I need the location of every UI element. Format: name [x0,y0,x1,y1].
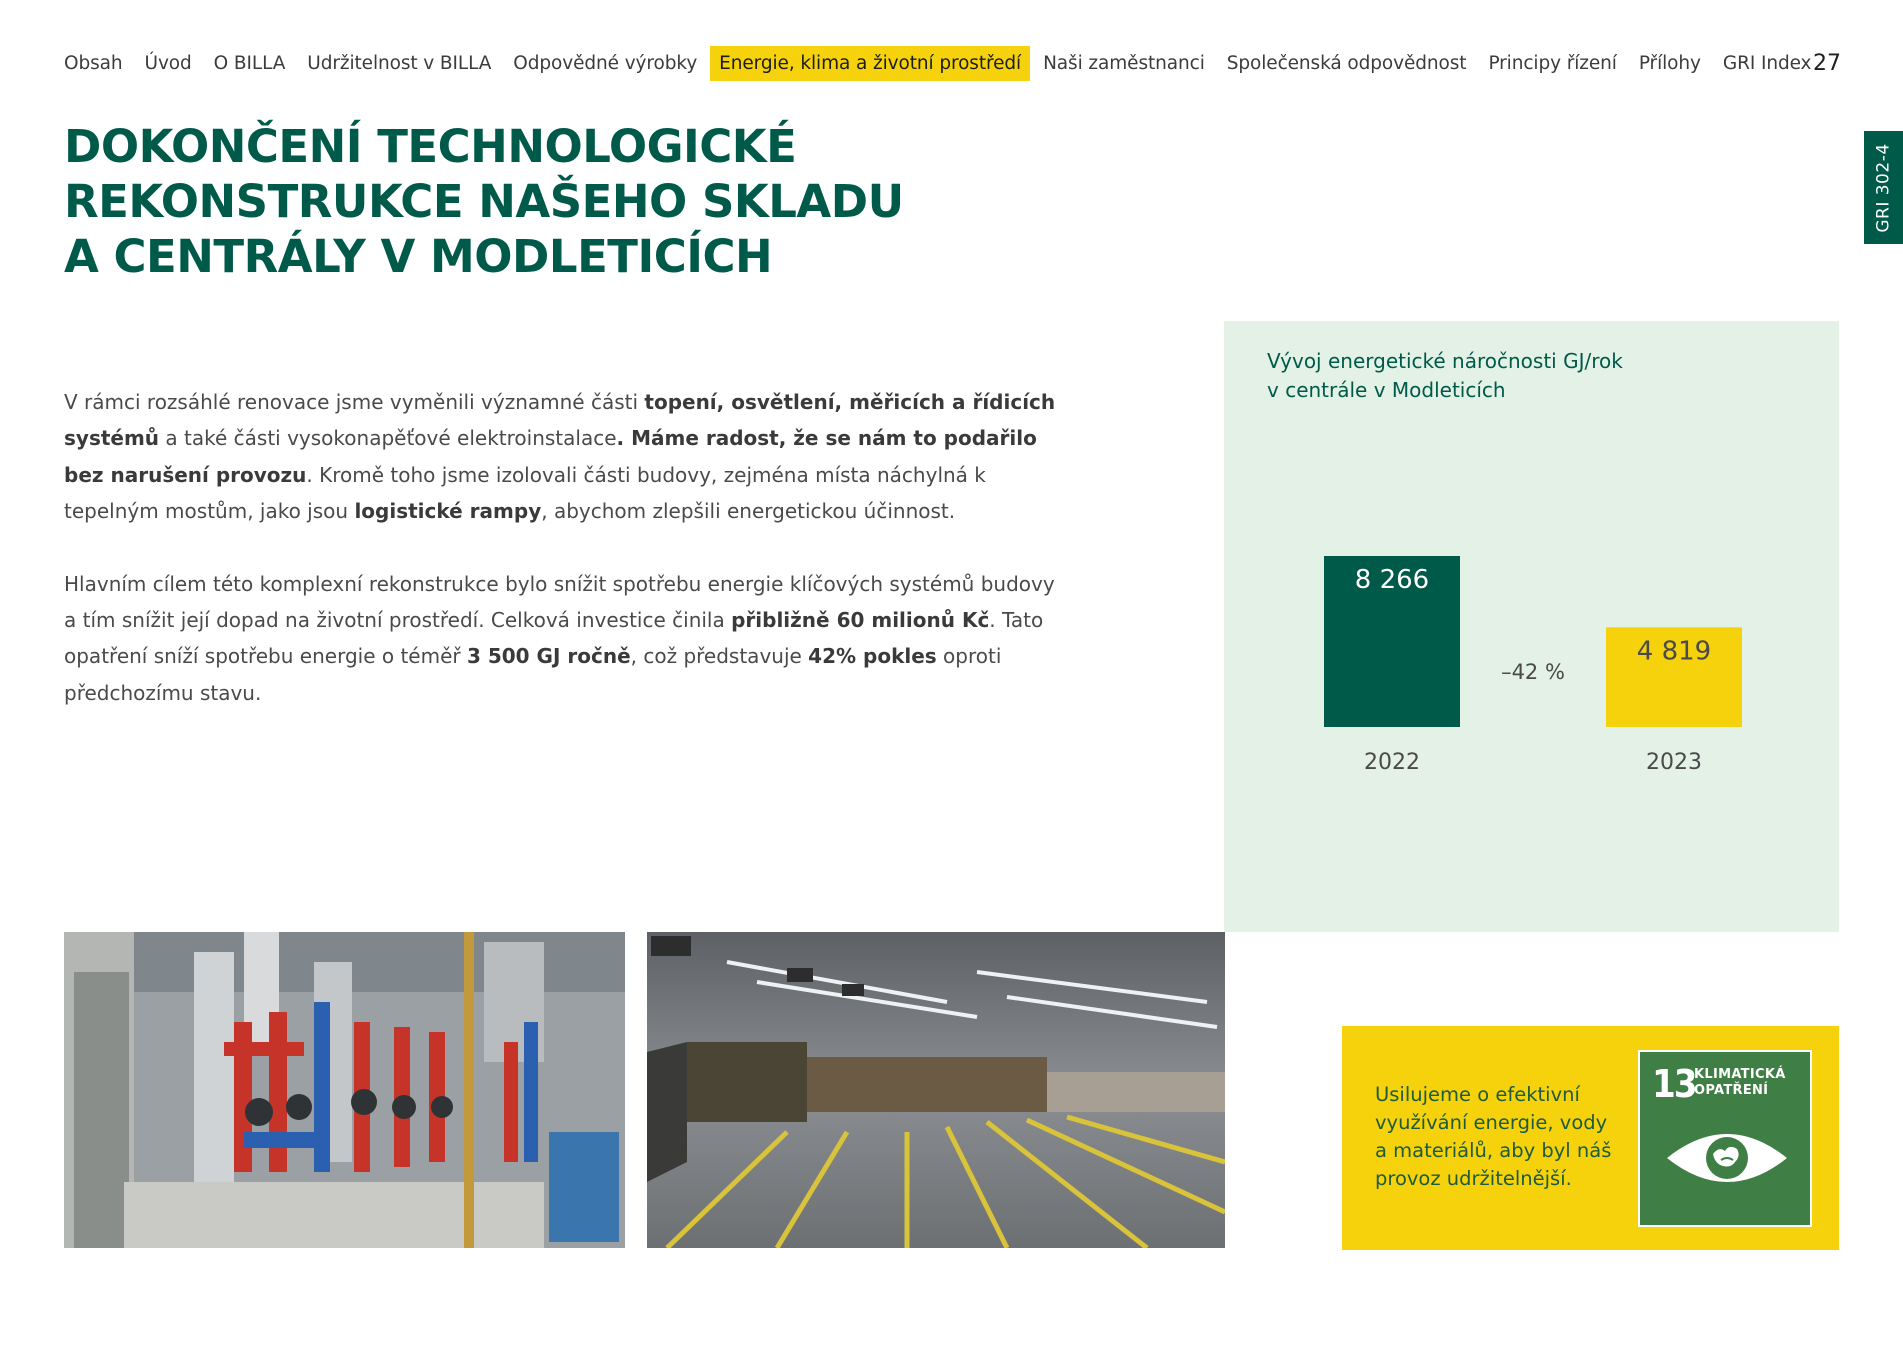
photo-warehouse [647,932,1225,1248]
p1-bold-3: logistické rampy [354,499,542,524]
p2-bold-1: přibližně 60 milionů Kč [731,608,990,633]
nav-item-uvod[interactable]: Úvod [145,46,192,81]
nav-item-principy-rizeni[interactable]: Principy řízení [1488,46,1616,81]
page-title: DOKONČENÍ TECHNOLOGICKÉ REKONSTRUKCE NAŠ… [64,119,964,284]
sdg-goal-label-line1: KLIMATICKÁ [1694,1067,1786,1082]
chart-category-label-2022: 2022 [1364,750,1420,775]
gri-side-tab: GRI 302-4 [1864,131,1903,244]
page-title-line2: REKONSTRUKCE NAŠEHO SKLADU [64,175,904,228]
sdg-goal-label: KLIMATICKÁ OPATŘENÍ [1694,1067,1786,1099]
chart-value-label-2022: 8 266 [1355,565,1429,595]
nav-item-udrzitelnost[interactable]: Udržitelnost v BILLA [307,46,491,81]
nav-item-gri-index[interactable]: GRI Index [1723,46,1812,81]
page-title-line3: A CENTRÁLY V MODLETICÍCH [64,230,773,283]
nav-item-odpovedne-vyrobky[interactable]: Odpovědné výrobky [513,46,697,81]
p1-text-4: , abychom zlepšili energetickou účinnost… [541,499,956,524]
chart-change-label: –42 % [1501,660,1565,684]
paragraph-goal: Hlavním cílem této komplexní rekonstrukc… [64,566,1064,712]
warehouse-illustration [647,932,1225,1248]
p1-text-2: a také části vysokonapěťové elektroinsta… [159,426,617,451]
nav-item-energie-active[interactable]: Energie, klima a životní prostředí [710,45,1031,81]
paragraph-renovation: V rámci rozsáhlé renovace jsme vyměnili … [64,384,1064,530]
nav-item-prilohy[interactable]: Přílohy [1639,46,1701,81]
page-title-line1: DOKONČENÍ TECHNOLOGICKÉ [64,120,797,173]
p2-bold-2: 3 500 GJ ročně [466,644,631,669]
nav-item-o-billa[interactable]: O BILLA [214,46,286,81]
p2-text-3: , což představuje [630,644,809,669]
sdg-goal-number: 13 [1652,1062,1698,1106]
top-navigation: Obsah Úvod O BILLA Udržitelnost v BILLA … [64,44,1833,82]
photo-boiler-room [64,932,625,1248]
chart-category-label-2023: 2023 [1646,750,1702,775]
climate-eye-icon [1667,1134,1787,1182]
body-text: V rámci rozsáhlé renovace jsme vyměnili … [64,384,1064,747]
sdg-13-badge: 13 KLIMATICKÁ OPATŘENÍ [1638,1050,1812,1227]
energy-bar-chart: 8 266 2022 4 819 2023 –42 % [1324,556,1742,775]
sdg-goal-label-line2: OPATŘENÍ [1694,1083,1769,1098]
sdg-statement: Usilujeme o efektivní využívání energie,… [1375,1083,1612,1190]
chart-value-label-2023: 4 819 [1637,636,1711,666]
page-number: 27 [1813,51,1841,76]
p2-bold-3: 42% pokles [808,644,937,669]
boiler-room-illustration [64,932,625,1248]
nav-item-spolecenska-odpovednost[interactable]: Společenská odpovědnost [1227,46,1467,81]
nav-item-obsah[interactable]: Obsah [64,46,123,81]
energy-chart-panel: Vývoj energetické náročnosti GJ/rok v ce… [1224,321,1839,932]
p1-text-1: V rámci rozsáhlé renovace jsme vyměnili … [64,390,645,414]
nav-item-nasi-zamestnanci[interactable]: Naši zaměstnanci [1043,46,1205,81]
gri-tab-label: GRI 302-4 [1873,142,1894,233]
sdg-info-box: Usilujeme o efektivní využívání energie,… [1342,1026,1839,1250]
